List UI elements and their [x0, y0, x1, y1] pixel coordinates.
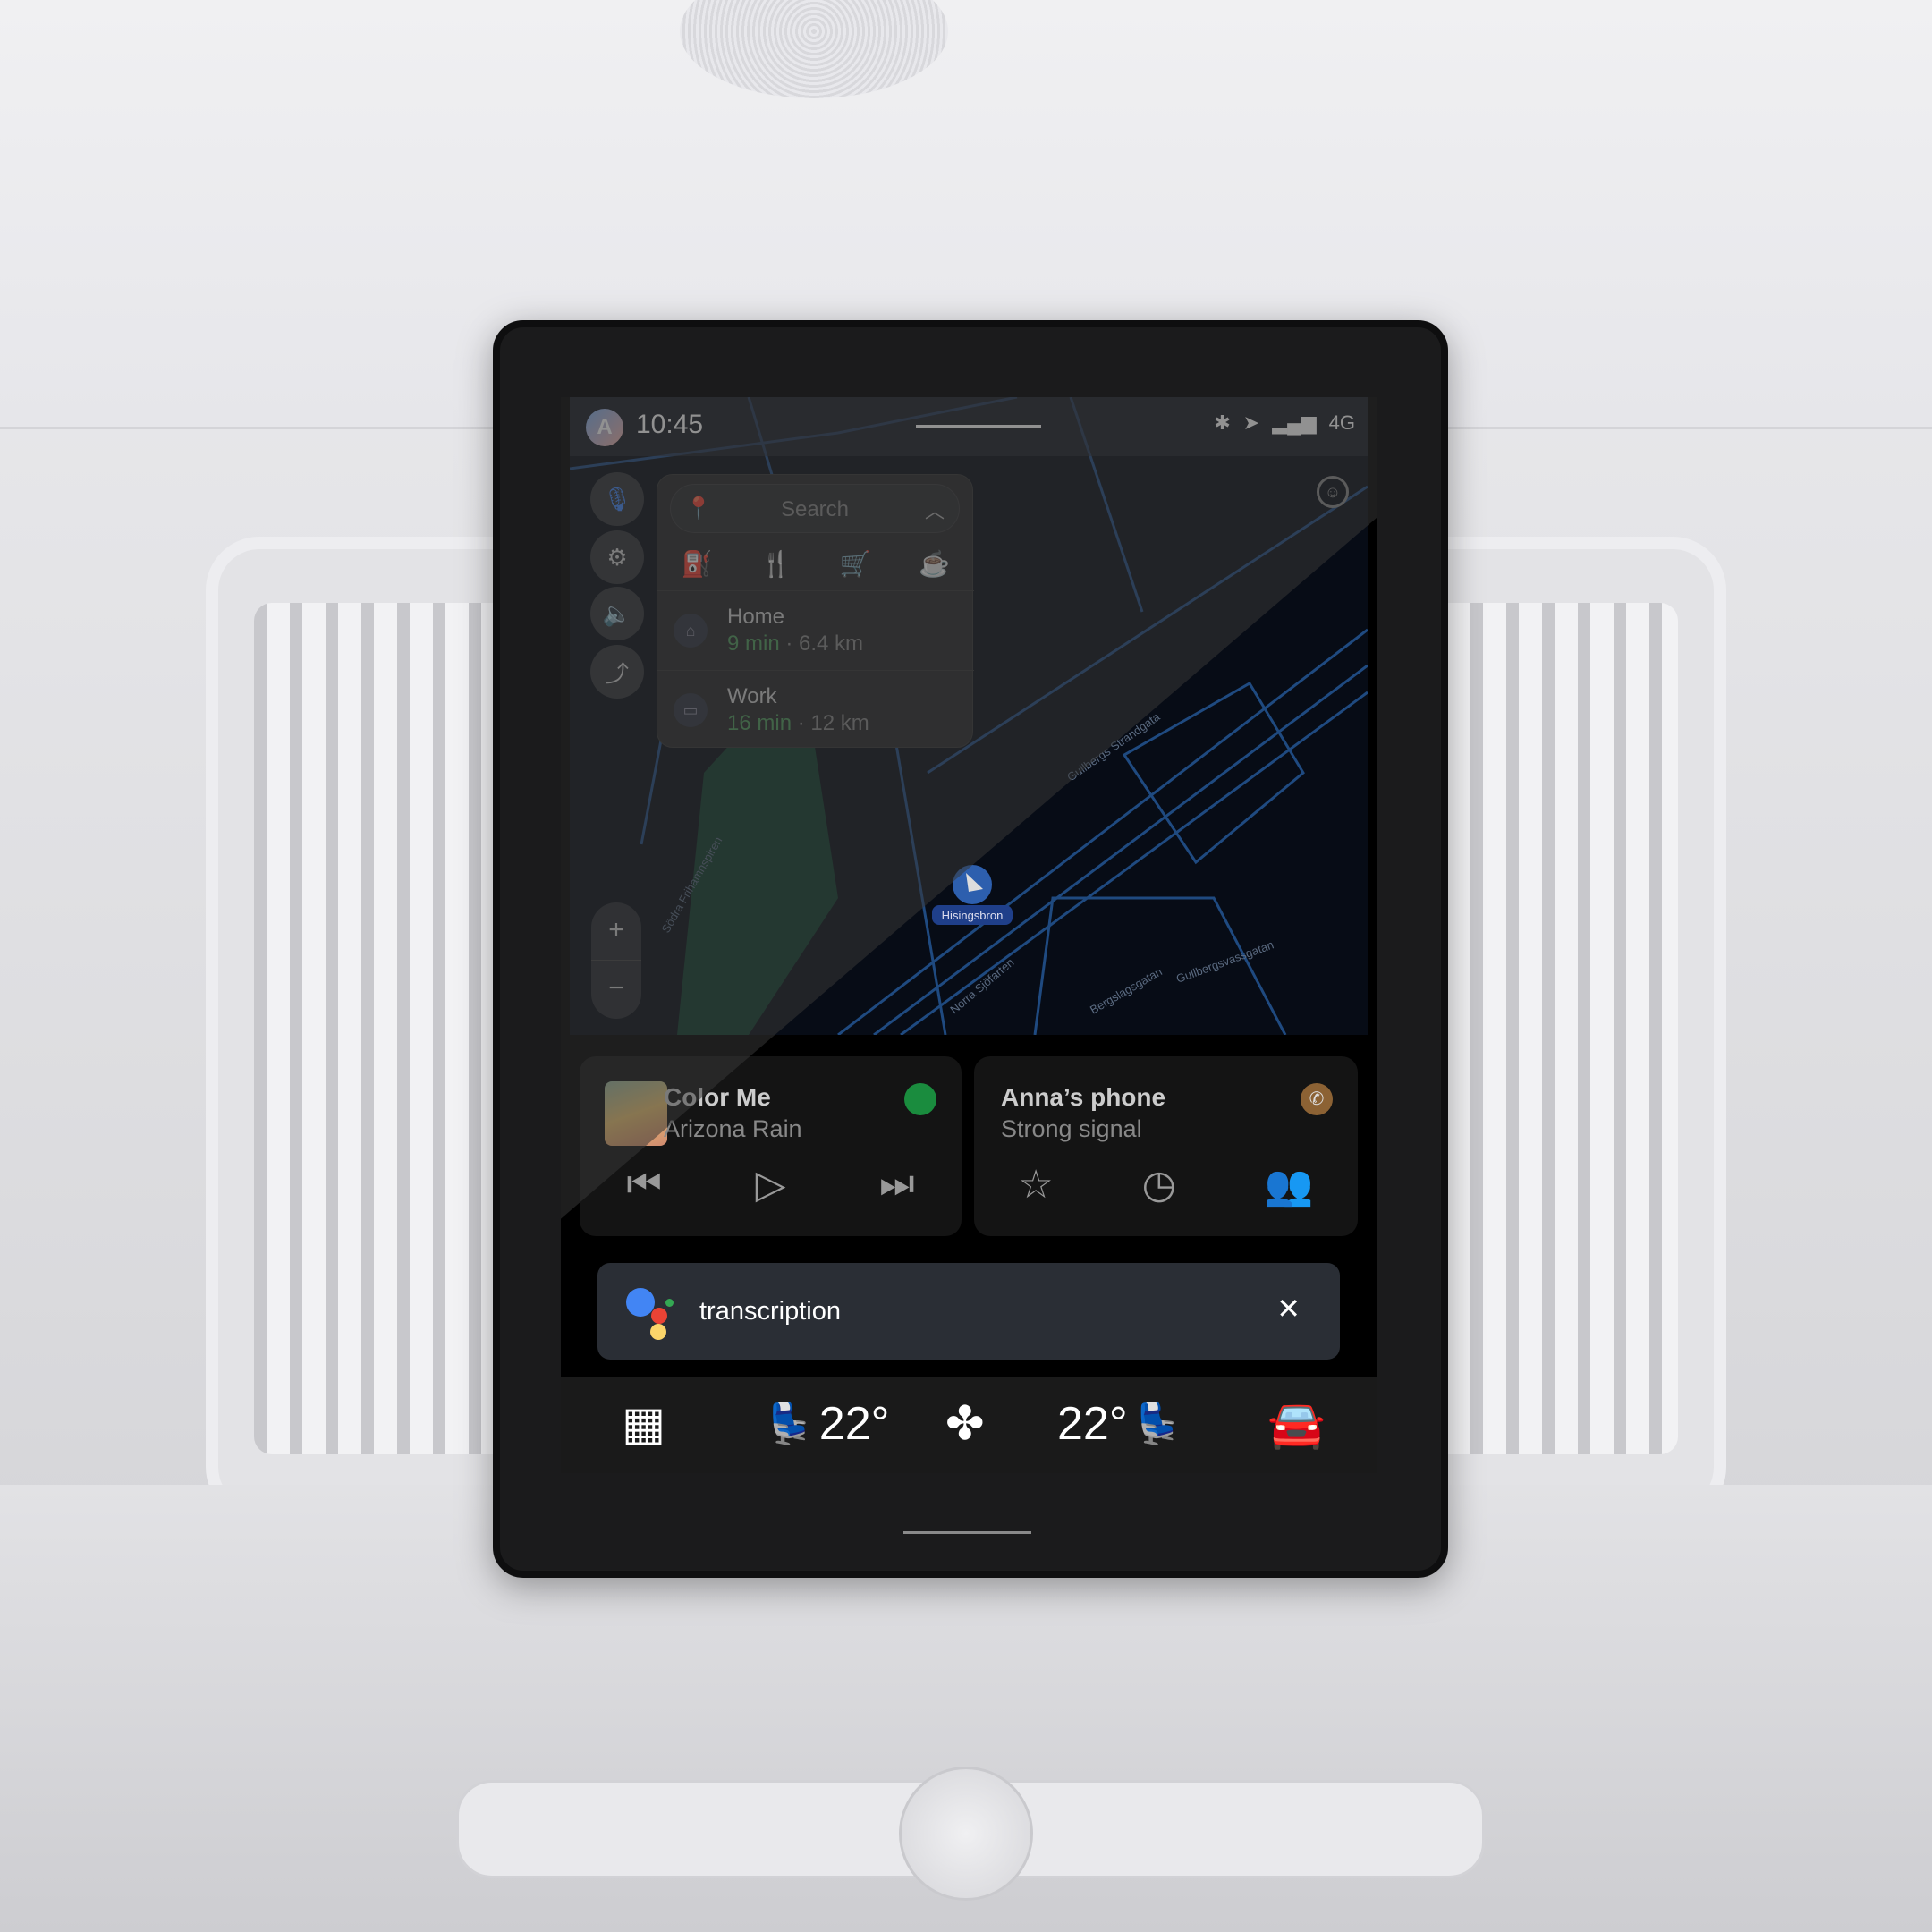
street-label: Gullbergs Strandgata	[1064, 709, 1163, 784]
next-track-icon[interactable]: ⏭	[879, 1162, 915, 1208]
map-block	[1122, 681, 1305, 865]
category-shortcuts: ⛽ 🍴 🛒 ☕	[657, 538, 974, 591]
street-label: Gullbergsvassgatan	[1174, 937, 1275, 985]
street-label: Bergslagsgatan	[1088, 964, 1165, 1016]
home-icon: ⌂	[674, 614, 708, 648]
gear-icon[interactable]: ⚙	[590, 530, 644, 584]
assistant-green-dot	[665, 1299, 674, 1307]
recent-calls-clock-icon[interactable]: ◷	[1142, 1162, 1176, 1208]
assistant-transcription: transcription	[699, 1297, 841, 1326]
assistant-blue-dot	[626, 1288, 655, 1317]
briefcase-icon: ▭	[674, 693, 708, 727]
assistant-bar: transcription ✕	[597, 1263, 1340, 1360]
assistant-yellow-dot	[650, 1324, 666, 1340]
volume-icon[interactable]: 🔈	[590, 587, 644, 640]
network-type: 4G	[1328, 411, 1355, 434]
climate-bar: ▦ 💺 22° ✤ 22° 💺 🚘	[561, 1377, 1377, 1473]
search-input[interactable]: 📍 Search ︿	[670, 484, 960, 533]
route-icon[interactable]: ⤴	[590, 645, 644, 699]
clock: 10:45	[636, 410, 704, 439]
favorites-star-icon[interactable]: ☆	[1018, 1162, 1053, 1208]
seat-icon: 💺	[1132, 1402, 1182, 1446]
track-title: Color Me	[664, 1083, 771, 1111]
zoom-out-button[interactable]: −	[591, 961, 641, 1019]
destination-distance: · 6.4 km	[785, 631, 864, 656]
microphone-icon[interactable]: 🎙	[590, 472, 644, 526]
album-art	[605, 1081, 667, 1146]
user-avatar[interactable]: A	[586, 409, 623, 446]
phone-card[interactable]: Anna’s phone Strong signal ✆ ☆ ◷ 👥	[974, 1056, 1358, 1236]
previous-track-icon[interactable]: ⏮	[626, 1162, 662, 1208]
profile-icon[interactable]: ☺	[1317, 476, 1349, 508]
zoom-in-button[interactable]: +	[591, 902, 641, 961]
car-icon[interactable]: 🚘	[1267, 1397, 1326, 1452]
app-grid-icon[interactable]: ▦	[622, 1397, 665, 1451]
passenger-temperature: 22°	[1057, 1398, 1128, 1450]
map-zoom-control: + −	[591, 902, 641, 1019]
map-road	[1033, 896, 1287, 1035]
destination-name: Work	[727, 684, 777, 708]
chevron-up-icon[interactable]: ︿	[925, 496, 945, 524]
contacts-icon[interactable]: 👥	[1265, 1162, 1314, 1208]
destination-home[interactable]: ⌂ Home 9 min · 6.4 km	[657, 592, 974, 671]
location-label: Hisingsbron	[942, 909, 1004, 922]
play-icon[interactable]: ▷	[756, 1162, 786, 1208]
track-artist: Arizona Rain	[664, 1115, 802, 1142]
destination-distance: · 12 km	[797, 711, 869, 735]
assistant-red-dot	[651, 1308, 667, 1324]
destination-work[interactable]: ▭ Work 16 min · 12 km	[657, 672, 974, 750]
destination-name: Home	[727, 605, 785, 629]
ev-charging-icon[interactable]: ⛽	[682, 549, 713, 579]
restaurant-icon[interactable]: 🍴	[760, 549, 792, 579]
street-label: Norra Sjöfarten	[947, 955, 1016, 1016]
signal-icon: ▂▄▆	[1272, 411, 1317, 434]
phone-icon: ✆	[1301, 1083, 1333, 1115]
phone-name: Anna’s phone	[1001, 1083, 1166, 1111]
shopping-cart-icon[interactable]: 🛒	[840, 549, 871, 579]
destination-eta: 9 min	[727, 631, 780, 656]
heated-seat-steering-icon: 💺	[765, 1402, 814, 1446]
driver-climate[interactable]: 💺 22°	[765, 1397, 889, 1451]
maps-search-panel: 📍 Search ︿ ⛽ 🍴 🛒 ☕ ⌂ Home 9 min · 6.4 km…	[657, 474, 974, 750]
notification-handle[interactable]	[916, 425, 1041, 428]
bluetooth-icon: ✱	[1214, 411, 1231, 434]
status-bar: A 10:45 ✱ ➤ ▂▄▆ 4G	[570, 397, 1368, 456]
driver-temperature: 22°	[818, 1398, 890, 1450]
destination-eta: 16 min	[727, 711, 792, 735]
home-indicator[interactable]	[903, 1531, 1031, 1534]
fan-icon[interactable]: ✤	[945, 1397, 985, 1451]
media-card[interactable]: Color Me Arizona Rain ⏮ ▷ ⏭	[580, 1056, 962, 1236]
passenger-climate[interactable]: 22° 💺	[1057, 1397, 1182, 1451]
spotify-icon	[904, 1083, 936, 1115]
close-icon[interactable]: ✕	[1276, 1292, 1301, 1326]
phone-status: Strong signal	[1001, 1115, 1142, 1142]
location-arrow-icon: ➤	[1242, 411, 1260, 434]
volume-knob[interactable]	[899, 1767, 1033, 1901]
coffee-icon[interactable]: ☕	[919, 549, 950, 579]
infotainment-screen: Hisingsbron Gullbergs Strandgata Norra S…	[561, 397, 1377, 1473]
search-placeholder: Search	[780, 497, 850, 521]
